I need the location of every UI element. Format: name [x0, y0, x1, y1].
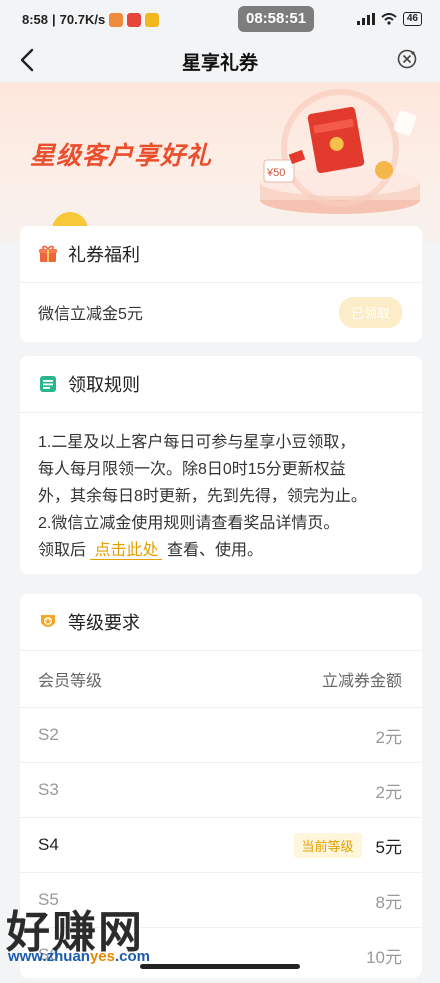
- benefit-card-title: 礼券福利: [68, 245, 140, 265]
- rules-line: 每人每月限领一次。除8日0时15分更新权益: [38, 461, 346, 478]
- level-table-header: 会员等级 立减券金额: [20, 651, 422, 708]
- banner-title: 星级客户享好礼: [30, 142, 213, 170]
- table-row: S3 2元: [20, 763, 422, 818]
- current-level-badge: 当前等级: [293, 832, 362, 858]
- claimed-button[interactable]: 已领取: [338, 296, 402, 328]
- status-bar: 8:58 | 70.7K/s 08:58:51 46: [0, 0, 440, 40]
- rules-line: 外，其余每日8时更新，先到先得，领完为止。: [38, 488, 367, 505]
- home-indicator[interactable]: [140, 964, 300, 969]
- benefit-card: 礼券福利 微信立减金5元 已领取: [20, 226, 422, 342]
- level-card-title: 等级要求: [68, 613, 140, 633]
- watermark-url-a: www.zhuan: [8, 948, 90, 965]
- row-amount: 2元: [375, 727, 402, 747]
- watermark-url-c: .com: [114, 948, 150, 965]
- clock-overlay: 08:58:51: [238, 6, 315, 32]
- level-card-header: 等级要求: [20, 594, 422, 651]
- gift-icon: [39, 245, 57, 262]
- notification-app-icon: [145, 12, 160, 27]
- close-mini-program-icon[interactable]: [396, 48, 418, 70]
- row-amount: 2元: [375, 782, 402, 802]
- coupon-tag: ¥50: [266, 167, 285, 179]
- rules-line: 领取后 点击此处 查看、使用。: [38, 537, 404, 564]
- wifi-icon: [381, 13, 397, 25]
- table-row: S2 2元: [20, 708, 422, 763]
- benefit-item-label: 微信立减金5元: [38, 306, 143, 323]
- status-time: 8:58: [22, 12, 49, 27]
- rules-line: 1.二星及以上客户每日可参与星享小豆领取，: [38, 434, 356, 451]
- table-row-current: S4 当前等级 5元: [20, 818, 422, 873]
- rules-prefix: 领取后: [38, 542, 87, 559]
- row-right: 当前等级 5元: [293, 832, 402, 858]
- benefit-item-row: 微信立减金5元 已领取: [20, 283, 422, 341]
- benefit-card-header: 礼券福利: [20, 226, 422, 283]
- watermark-url-b: yes: [89, 948, 115, 965]
- col-level: 会员等级: [38, 673, 103, 690]
- row-level: S2: [38, 725, 59, 744]
- status-left: 8:58 | 70.7K/s: [22, 12, 160, 27]
- row-level: S4: [38, 835, 59, 854]
- rules-card-header: 领取规则: [20, 356, 422, 413]
- notification-app-icon: [109, 12, 124, 27]
- click-here-link[interactable]: 点击此处: [90, 542, 163, 560]
- col-amount: 立减券金额: [321, 673, 402, 690]
- notification-app-icon: [127, 12, 142, 27]
- status-right: 46: [356, 12, 422, 26]
- row-level: S3: [38, 780, 59, 799]
- document-icon: [40, 376, 56, 392]
- rules-text: 1.二星及以上客户每日可参与星享小豆领取， 每人每月限领一次。除8日0时15分更…: [20, 413, 422, 564]
- watermark-url: www.zhuanyes.com: [8, 948, 150, 965]
- battery-icon: 46: [402, 12, 422, 26]
- rules-card: 领取规则 1.二星及以上客户每日可参与星享小豆领取， 每人每月限领一次。除8日0…: [20, 356, 422, 574]
- row-amount: 5元: [375, 837, 402, 857]
- gift-podium-illustration: ¥50: [260, 89, 420, 214]
- rules-suffix: 查看、使用。: [166, 542, 263, 559]
- rules-card-title: 领取规则: [68, 375, 140, 395]
- network-speed: 70.7K/s: [59, 12, 106, 27]
- page-title: 星享礼券: [181, 53, 258, 74]
- rules-line: 2.微信立减金使用规则请查看奖品详情页。: [38, 515, 340, 532]
- nav-bar: 星享礼券: [0, 40, 440, 80]
- signal-icon: [356, 13, 375, 25]
- medal-icon: [41, 615, 55, 627]
- status-separator: |: [52, 12, 56, 27]
